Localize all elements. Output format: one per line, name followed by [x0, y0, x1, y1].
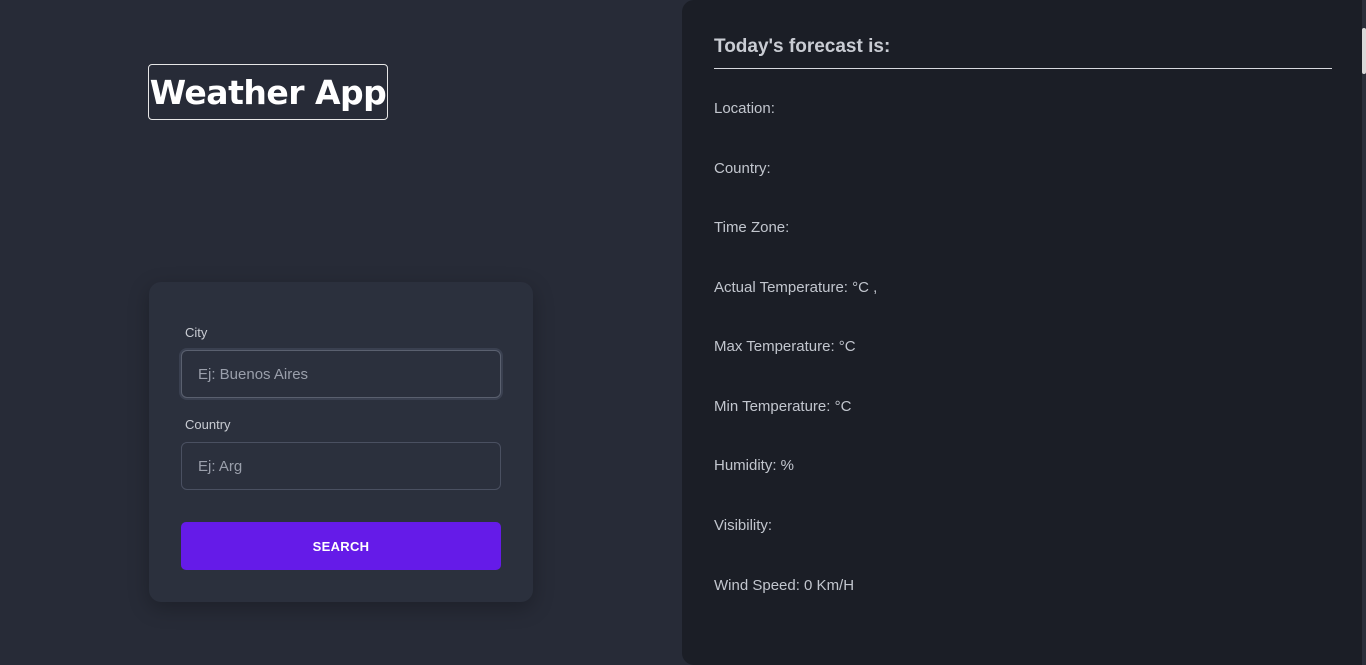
scrollbar[interactable]: [1362, 0, 1366, 665]
city-label: City: [185, 325, 208, 340]
search-button[interactable]: SEARCH: [181, 522, 501, 570]
page: Weather App City Country SEARCH Today's …: [0, 0, 1366, 665]
scrollbar-thumb[interactable]: [1362, 28, 1366, 74]
forecast-visibility: Visibility:: [714, 517, 773, 534]
forecast-title: Today's forecast is:: [714, 36, 1332, 69]
forecast-time-zone: Time Zone:: [714, 219, 790, 236]
forecast-panel: Today's forecast is: Location: Country: …: [682, 0, 1366, 665]
app-title: Weather App: [148, 64, 388, 120]
forecast-location: Location:: [714, 100, 775, 117]
forecast-wind-speed: Wind Speed: 0 Km/H: [714, 577, 855, 594]
forecast-min-temperature: Min Temperature: °C: [714, 398, 852, 415]
city-input[interactable]: [181, 350, 501, 398]
forecast-humidity: Humidity: %: [714, 457, 795, 474]
search-form-card: City Country SEARCH: [149, 282, 533, 602]
country-input[interactable]: [181, 442, 501, 490]
forecast-max-temperature: Max Temperature: °C: [714, 338, 856, 355]
forecast-actual-temperature: Actual Temperature: °C ,: [714, 279, 878, 296]
country-label: Country: [185, 417, 231, 432]
forecast-country: Country:: [714, 160, 771, 177]
